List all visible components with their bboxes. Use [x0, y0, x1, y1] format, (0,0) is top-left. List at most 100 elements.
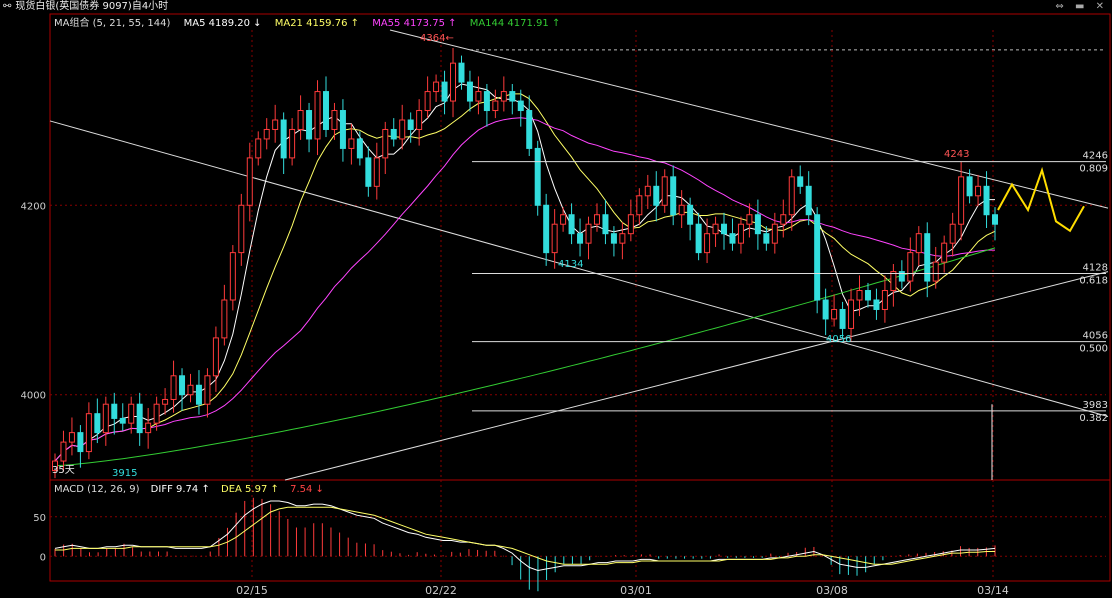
candle-body — [551, 223, 558, 254]
candle-body — [170, 375, 177, 400]
high-marker-label: 4364← — [420, 33, 454, 44]
moving-averages — [54, 83, 996, 467]
candle-body — [492, 100, 499, 112]
candle-body — [712, 223, 719, 235]
candle-body — [975, 185, 982, 197]
candle-body — [77, 432, 84, 453]
candle-body — [737, 223, 744, 244]
candle-body — [814, 214, 821, 301]
candle-body — [280, 119, 287, 159]
forecast-path — [997, 166, 1085, 233]
candle-body — [94, 413, 101, 434]
candle-body — [348, 138, 355, 149]
candle-body — [458, 62, 465, 83]
candle-body — [593, 214, 600, 225]
candle-body — [695, 223, 702, 254]
candle-body — [602, 214, 609, 235]
candle-body — [839, 308, 846, 329]
dea-line — [55, 506, 995, 565]
low-marker-label: 3915 — [112, 468, 137, 479]
candle-body — [687, 204, 694, 225]
candle-body — [788, 176, 795, 216]
candle-body — [780, 214, 787, 225]
candle-body — [221, 299, 228, 339]
candle-body — [907, 252, 914, 282]
candle-body — [68, 432, 75, 443]
candle-body — [238, 204, 245, 254]
candle-body — [932, 261, 939, 282]
y-tick-label: 4000 — [21, 391, 46, 402]
x-tick-label: 03/01 — [620, 584, 652, 597]
candlesticks — [52, 48, 998, 479]
candle-body — [145, 422, 152, 434]
candle-body — [136, 403, 143, 434]
support-trendline — [284, 271, 1109, 481]
candle-body — [483, 91, 490, 112]
fib-price-label: 3983 — [1083, 400, 1108, 411]
candle-body — [500, 91, 507, 102]
macd-histogram — [54, 497, 996, 592]
candle-body — [992, 214, 998, 225]
candle-body — [890, 271, 897, 292]
candle-body — [754, 214, 761, 235]
candle-body — [102, 403, 109, 434]
candle-body — [390, 128, 397, 140]
candle-body — [848, 299, 855, 329]
candle-body — [399, 119, 406, 140]
candle-body — [433, 81, 440, 93]
candle-body — [610, 233, 617, 244]
x-tick-label: 02/15 — [236, 584, 268, 597]
candle-body — [475, 91, 482, 102]
candle-body — [263, 128, 270, 140]
candle-body — [729, 233, 736, 244]
candle-body — [678, 204, 685, 216]
candle-body — [119, 417, 126, 424]
candle-body — [246, 157, 253, 206]
candle-body — [644, 185, 651, 197]
fib-ratio-label: 0.382 — [1079, 413, 1108, 424]
candle-body — [153, 403, 160, 424]
candle-body — [204, 375, 211, 405]
candle-body — [322, 91, 329, 130]
candle-body — [619, 233, 626, 244]
grid-lines: 4000 4200 0 50 02/15 02/22 03/01 03/08 03/14 — [21, 13, 1111, 597]
candle-body — [424, 91, 431, 112]
candle-body — [746, 214, 753, 225]
candle-body — [289, 128, 296, 159]
candle-body — [314, 91, 321, 140]
candle-body — [450, 62, 457, 102]
candle-body — [568, 214, 575, 235]
candle-body — [983, 185, 990, 216]
candle-body — [873, 299, 880, 310]
candle-body — [881, 290, 888, 310]
candle-body — [441, 81, 448, 102]
y-tick-label: 4200 — [21, 201, 46, 212]
candle-body — [179, 375, 186, 396]
candle-body — [195, 384, 202, 405]
candle-body — [627, 214, 634, 235]
candle-body — [670, 176, 677, 216]
candle-body — [797, 176, 804, 187]
candle-body — [763, 233, 770, 244]
price-chart[interactable]: 4000 4200 0 50 02/15 02/22 03/01 03/08 03/14 424… — [0, 0, 1112, 598]
candle-body — [771, 223, 778, 244]
candle-body — [949, 223, 956, 244]
candle-body — [560, 214, 567, 225]
fib-ratio-label: 0.618 — [1079, 275, 1108, 286]
high-4243-label: 4243 — [944, 149, 969, 160]
candle-body — [407, 119, 414, 130]
low-4056-label: 4056 — [826, 334, 851, 345]
upper-trendline — [389, 29, 1109, 209]
candle-body — [356, 138, 363, 159]
fib-price-label: 4128 — [1083, 262, 1108, 273]
candle-body — [162, 398, 169, 405]
macd-y-tick-label: 50 — [33, 513, 46, 524]
candle-body — [915, 233, 922, 254]
candle-body — [187, 384, 194, 396]
candle-body — [60, 441, 67, 462]
candle-body — [339, 110, 346, 149]
candle-body — [653, 185, 660, 206]
ma21-line — [54, 93, 996, 462]
plot-frame — [49, 13, 1111, 582]
candle-body — [941, 242, 948, 263]
